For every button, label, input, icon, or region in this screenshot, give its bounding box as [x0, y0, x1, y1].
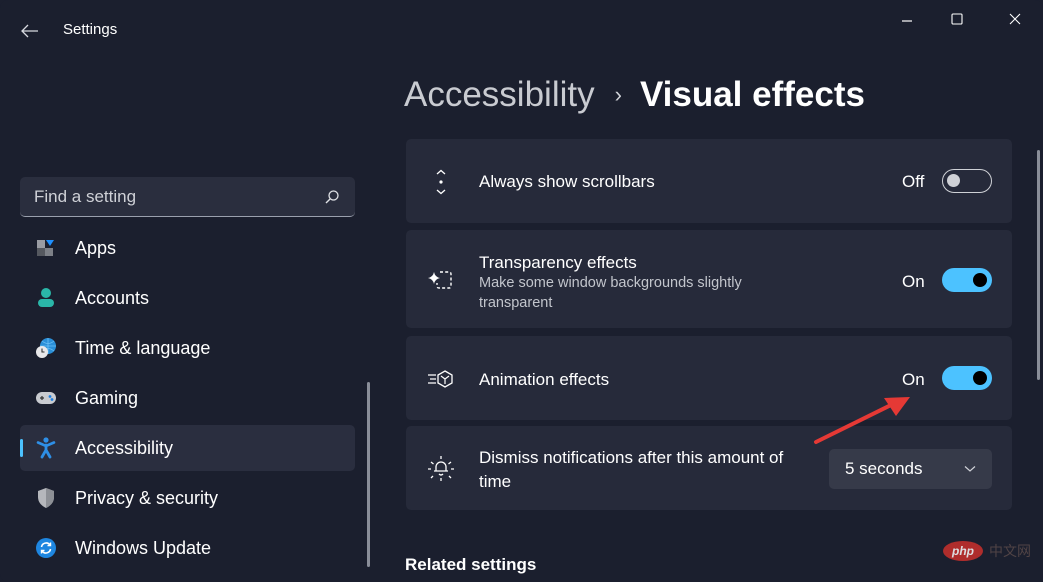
sidebar-scrollbar[interactable] — [367, 382, 370, 567]
minimize-button[interactable] — [884, 4, 930, 34]
related-settings-heading: Related settings — [405, 555, 537, 574]
setting-title: Dismiss notifications after this amount … — [479, 448, 784, 491]
chevron-down-icon — [964, 466, 976, 472]
notification-bell-icon — [426, 453, 456, 483]
toggle-knob — [973, 371, 987, 385]
sidebar-item-time-language[interactable]: Time & language — [20, 325, 355, 371]
setting-card-animation: Animation effects On — [406, 336, 1012, 420]
apps-icon — [35, 237, 57, 259]
sidebar-item-label: Gaming — [75, 387, 139, 408]
close-button[interactable] — [992, 4, 1038, 34]
breadcrumb-separator: › — [614, 82, 622, 107]
sidebar-item-label: Accounts — [75, 287, 150, 308]
sidebar-item-accounts[interactable]: Accounts — [20, 275, 355, 321]
setting-card-transparency: Transparency effects Make some window ba… — [406, 230, 1012, 328]
setting-title: Always show scrollbars — [479, 172, 655, 191]
toggle-knob — [947, 174, 960, 187]
maximize-button[interactable] — [934, 4, 980, 34]
sidebar-item-label: Accessibility — [75, 437, 174, 458]
animation-toggle[interactable] — [942, 366, 992, 390]
sidebar-item-label: Privacy & security — [75, 487, 219, 508]
setting-title: Animation effects — [479, 370, 610, 389]
dismiss-time-dropdown[interactable]: 5 seconds — [829, 449, 992, 489]
scrollbars-toggle[interactable] — [942, 169, 992, 193]
setting-description: Make some window backgrounds slightly tr… — [479, 275, 742, 311]
transparency-icon — [426, 265, 456, 295]
watermark-badge: php — [943, 541, 983, 561]
privacy-shield-icon — [35, 487, 57, 509]
breadcrumb-parent[interactable]: Accessibility — [404, 75, 595, 115]
setting-card-dismiss-notifications: Dismiss notifications after this amount … — [406, 426, 1012, 510]
search-input[interactable] — [34, 186, 323, 207]
close-icon — [1009, 13, 1021, 25]
search-box[interactable] — [20, 177, 355, 217]
main-scrollbar[interactable] — [1037, 150, 1040, 380]
windows-update-icon — [35, 537, 57, 559]
minimize-icon — [902, 20, 912, 22]
search-icon[interactable] — [323, 188, 341, 206]
sidebar-item-label: Time & language — [75, 337, 211, 358]
watermark-text: 中文网 — [989, 543, 1031, 559]
sidebar-item-windows-update[interactable]: Windows Update — [20, 525, 355, 571]
sidebar-item-privacy-security[interactable]: Privacy & security — [20, 475, 355, 521]
page-title: Visual effects — [639, 75, 865, 114]
sidebar-item-label: Windows Update — [75, 537, 212, 558]
toggle-knob — [973, 273, 987, 287]
transparency-toggle[interactable] — [942, 268, 992, 292]
toggle-state-label: On — [902, 272, 925, 291]
dropdown-value: 5 seconds — [845, 459, 923, 478]
time-language-icon — [35, 337, 57, 359]
sidebar-nav: Apps Accounts Time & language Gaming Acc… — [20, 225, 355, 575]
toggle-state-label: On — [902, 370, 925, 389]
app-title: Settings — [63, 21, 118, 38]
setting-title: Transparency effects — [479, 253, 637, 272]
accounts-icon — [35, 287, 57, 309]
animation-icon — [426, 364, 456, 394]
sidebar-item-accessibility[interactable]: Accessibility — [20, 425, 355, 471]
gaming-icon — [35, 387, 57, 409]
active-indicator — [20, 439, 23, 457]
accessibility-icon — [35, 437, 57, 459]
sidebar-item-apps[interactable]: Apps — [20, 225, 355, 271]
back-arrow-icon — [21, 24, 38, 38]
sidebar-item-gaming[interactable]: Gaming — [20, 375, 355, 421]
toggle-state-label: Off — [902, 172, 925, 191]
sidebar-item-label: Apps — [75, 237, 117, 258]
title-bar: Settings — [0, 0, 1043, 60]
breadcrumb: Accessibility › Visual effects — [404, 72, 865, 118]
back-button[interactable] — [14, 16, 46, 46]
setting-card-scrollbars: Always show scrollbars Off — [406, 139, 1012, 223]
watermark: php 中文网 — [943, 538, 1038, 564]
settings-window: Settings Apps Accounts — [0, 0, 1043, 582]
scrollbar-icon — [426, 167, 456, 197]
maximize-icon — [951, 13, 963, 25]
